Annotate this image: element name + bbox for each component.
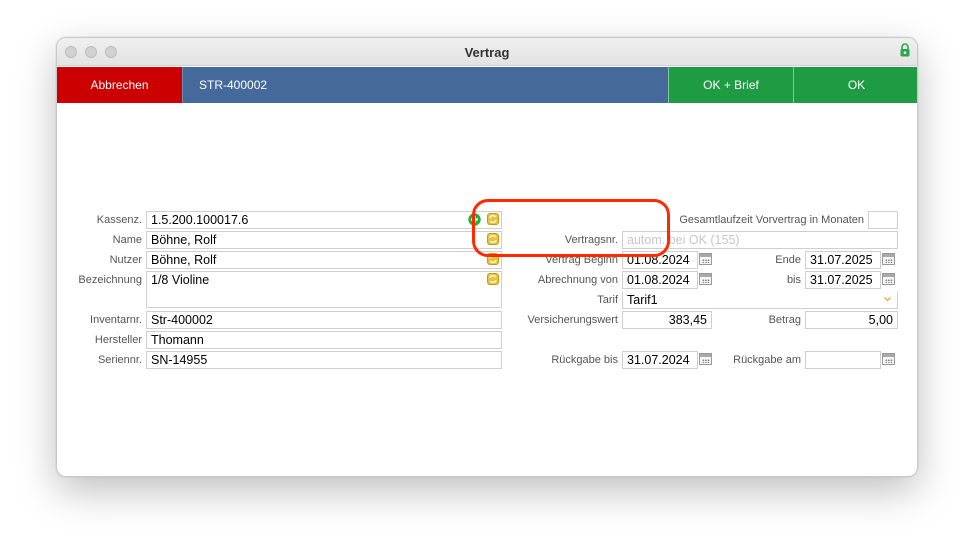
contract-id-bar: STR-400002 <box>182 67 668 103</box>
bezeichnung-field[interactable]: 1/8 Violine <box>146 271 502 308</box>
versicherungswert-field[interactable]: 383,45 <box>622 311 712 329</box>
abrechnung-von-label: Abrechnung von <box>537 274 618 286</box>
name-label: Name <box>112 234 142 246</box>
tarif-label: Tarif <box>597 294 618 306</box>
hersteller-label: Hersteller <box>94 334 142 346</box>
tarif-select[interactable]: Tarif1 <box>622 291 898 309</box>
bis-field[interactable]: 31.07.2025 <box>805 271 881 289</box>
kassenz-field[interactable]: 1.5.200.100017.6 <box>146 211 502 229</box>
inventarnr-field[interactable]: Str-400002 <box>146 311 502 329</box>
seriennr-field[interactable]: SN-14955 <box>146 351 502 369</box>
ok-button[interactable]: OK <box>793 67 917 103</box>
lookup-icon[interactable] <box>487 273 499 285</box>
calendar-icon[interactable] <box>699 273 712 285</box>
betrag-field[interactable]: 5,00 <box>805 311 898 329</box>
title-bar: Vertrag <box>57 38 917 66</box>
inventarnr-label: Inventarnr. <box>90 314 142 326</box>
versicherungswert-label: Versicherungswert <box>527 314 619 326</box>
window-title: Vertrag <box>464 45 510 60</box>
highlight-annotation <box>472 199 670 257</box>
ende-field[interactable]: 31.07.2025 <box>805 251 881 269</box>
nutzer-field[interactable]: Böhne, Rolf <box>146 251 502 269</box>
nutzer-label: Nutzer <box>109 254 142 266</box>
gesamtlaufzeit-label: Gesamtlaufzeit Vorvertrag in Monaten <box>679 214 864 226</box>
action-toolbar: Abbrechen STR-400002 OK + Brief OK <box>57 67 917 103</box>
seriennr-label: Seriennr. <box>97 354 142 366</box>
abrechnung-von-field[interactable]: 01.08.2024 <box>622 271 698 289</box>
kassenz-label: Kassenz. <box>96 214 142 226</box>
gesamtlaufzeit-field[interactable] <box>868 211 898 229</box>
bis-label: bis <box>786 274 801 286</box>
calendar-icon[interactable] <box>699 353 712 365</box>
lock-icon <box>900 43 910 57</box>
rueckgabe-bis-field[interactable]: 31.07.2024 <box>622 351 698 369</box>
rueckgabe-bis-label: Rückgabe bis <box>551 354 618 366</box>
dropdown-chevron-icon[interactable] <box>883 295 892 303</box>
cancel-button[interactable]: Abbrechen <box>57 67 182 103</box>
calendar-icon[interactable] <box>699 253 712 265</box>
rueckgabe-am-field[interactable] <box>805 351 881 369</box>
bezeichnung-label: Bezeichnung <box>78 274 142 286</box>
ende-label: Ende <box>775 254 801 266</box>
name-field[interactable]: Böhne, Rolf <box>146 231 502 249</box>
hersteller-field[interactable]: Thomann <box>146 331 502 349</box>
rueckgabe-am-label: Rückgabe am <box>733 354 801 366</box>
calendar-icon[interactable] <box>882 253 895 265</box>
calendar-icon[interactable] <box>882 353 895 365</box>
ok-letter-button[interactable]: OK + Brief <box>668 67 793 103</box>
calendar-icon[interactable] <box>882 273 895 285</box>
betrag-label: Betrag <box>768 314 801 326</box>
